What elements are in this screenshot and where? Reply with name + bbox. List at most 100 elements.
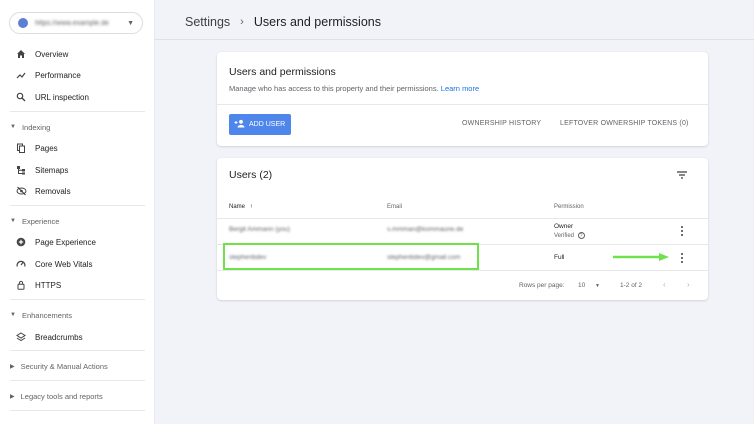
nav-page-experience[interactable]: Page Experience xyxy=(0,231,155,253)
sitemap-icon xyxy=(15,165,27,175)
breadcrumb-settings[interactable]: Settings xyxy=(185,15,230,29)
section-title: Indexing xyxy=(21,122,51,132)
user-name: Bergit Ammann (you) xyxy=(229,226,291,233)
sidebar: https://www.example.de ▼ Overview Perfor… xyxy=(0,0,155,424)
plus-circle-icon xyxy=(15,237,27,247)
section-title: Security & Manual Actions xyxy=(20,361,108,371)
column-header-permission: Permission xyxy=(554,204,584,210)
section-enhancements[interactable]: ▼ Enhancements xyxy=(0,306,155,324)
caret-down-icon: ▼ xyxy=(127,19,134,27)
row-divider xyxy=(217,270,708,271)
user-email: s.mmman@kommaune.de xyxy=(387,226,464,233)
ownership-history-button[interactable]: OWNERSHIP HISTORY xyxy=(462,120,541,127)
page-range: 1-2 of 2 xyxy=(620,282,643,289)
status-text: Verified xyxy=(554,233,575,239)
users-table-card: Users (2) Name ↑ Email Permission Bergit… xyxy=(217,158,708,300)
card-title: Users and permissions xyxy=(229,66,336,78)
nav-core-web-vitals[interactable]: Core Web Vitals xyxy=(0,253,155,275)
divider xyxy=(10,410,145,411)
rows-per-page-value: 10 xyxy=(578,282,586,289)
divider xyxy=(217,104,708,105)
home-icon xyxy=(15,49,27,59)
learn-more-link[interactable]: Learn more xyxy=(441,84,479,93)
section-title: Enhancements xyxy=(21,310,72,320)
rows-per-page-label: Rows per page: xyxy=(519,282,565,289)
layers-icon xyxy=(15,332,27,342)
highlight-box xyxy=(223,243,479,270)
section-indexing[interactable]: ▼ Indexing xyxy=(0,118,155,136)
nav-label: Breadcrumbs xyxy=(35,332,83,342)
breadcrumb: Settings › Users and permissions xyxy=(185,15,381,29)
chevron-right-icon: ▶ xyxy=(10,393,15,400)
chevron-right-icon: › xyxy=(240,16,244,28)
divider xyxy=(10,380,145,381)
gauge-icon xyxy=(15,259,27,269)
nav-label: Overview xyxy=(35,49,69,59)
divider xyxy=(10,111,145,112)
more-actions-icon[interactable] xyxy=(677,252,687,264)
permission-full: Full xyxy=(554,254,565,261)
person-add-icon xyxy=(234,119,245,130)
nav-label: Removals xyxy=(35,186,71,196)
chevron-left-icon[interactable]: ‹ xyxy=(663,280,666,289)
nav-breadcrumbs[interactable]: Breadcrumbs xyxy=(0,326,155,348)
nav-url-inspection[interactable]: URL inspection xyxy=(0,86,155,108)
permissions-card: Users and permissions Manage who has acc… xyxy=(217,52,708,146)
divider xyxy=(10,350,145,351)
column-header-email: Email xyxy=(387,204,403,210)
nav-label: Performance xyxy=(35,70,81,80)
lock-icon xyxy=(15,280,27,290)
chevron-right-icon[interactable]: › xyxy=(687,280,690,289)
caret-down-icon: ▼ xyxy=(595,283,600,289)
arrow-right-icon xyxy=(613,253,669,261)
divider xyxy=(10,299,145,300)
column-header-name[interactable]: Name ↑ xyxy=(229,204,253,210)
nav-label: Page Experience xyxy=(35,237,96,247)
property-selector[interactable]: https://www.example.de ▼ xyxy=(9,12,143,34)
search-icon xyxy=(15,92,27,102)
add-user-label: ADD USER xyxy=(249,121,286,128)
divider xyxy=(10,205,145,206)
eye-off-icon xyxy=(15,186,27,196)
chevron-down-icon: ▼ xyxy=(10,218,16,224)
help-icon[interactable]: ? xyxy=(577,232,585,239)
globe-icon xyxy=(18,18,28,28)
nav-label: Sitemaps xyxy=(35,165,69,175)
pages-icon xyxy=(15,143,27,153)
section-experience[interactable]: ▼ Experience xyxy=(0,212,155,230)
nav-sitemaps[interactable]: Sitemaps xyxy=(0,159,155,181)
section-legacy[interactable]: ▶ Legacy tools and reports xyxy=(0,387,155,405)
header-divider xyxy=(155,39,754,40)
section-title: Legacy tools and reports xyxy=(20,391,103,401)
nav-label: URL inspection xyxy=(35,92,89,102)
property-url: https://www.example.de xyxy=(35,19,109,27)
more-actions-icon[interactable] xyxy=(677,225,687,237)
description-text: Manage who has access to this property a… xyxy=(229,84,439,93)
chevron-down-icon: ▼ xyxy=(10,312,16,318)
nav-pages[interactable]: Pages xyxy=(0,137,155,159)
arrow-up-icon: ↑ xyxy=(249,204,253,210)
nav-label: Pages xyxy=(35,143,58,153)
nav-https[interactable]: HTTPS xyxy=(0,274,155,296)
nav-label: HTTPS xyxy=(35,280,62,290)
chevron-down-icon: ▼ xyxy=(10,124,16,130)
card-description: Manage who has access to this property a… xyxy=(229,84,479,93)
trending-icon xyxy=(15,70,27,80)
nav-performance[interactable]: Performance xyxy=(0,64,155,86)
leftover-tokens-button[interactable]: LEFTOVER OWNERSHIP TOKENS (0) xyxy=(560,120,689,127)
users-title: Users (2) xyxy=(229,169,273,181)
chevron-right-icon: ▶ xyxy=(10,363,15,370)
nav-label: Core Web Vitals xyxy=(35,259,93,269)
nav-overview[interactable]: Overview xyxy=(0,43,155,65)
section-title: Experience xyxy=(21,216,60,226)
page-title: Users and permissions xyxy=(253,15,381,29)
row-divider xyxy=(217,218,708,219)
add-user-button[interactable]: ADD USER xyxy=(229,114,291,135)
filter-icon[interactable] xyxy=(675,168,689,182)
verified-status: Verified ? xyxy=(554,232,585,239)
header-label: Name xyxy=(229,204,246,210)
permission-owner: Owner xyxy=(554,223,574,230)
nav-removals[interactable]: Removals xyxy=(0,180,155,202)
rows-per-page-select[interactable]: 10 ▼ xyxy=(578,282,600,289)
section-security[interactable]: ▶ Security & Manual Actions xyxy=(0,357,155,375)
